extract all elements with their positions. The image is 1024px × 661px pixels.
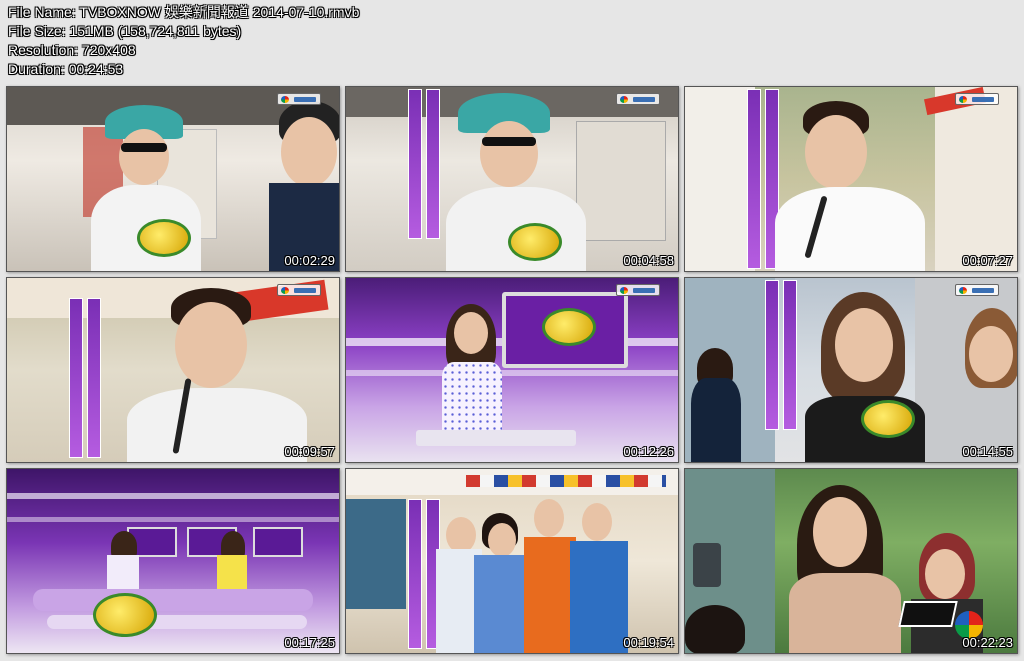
thumbnail-3-timestamp: 00:07:27 — [962, 253, 1013, 268]
thumbnail-4-timestamp: 00:09:57 — [284, 444, 335, 459]
show-logo-icon — [93, 593, 157, 637]
caption-bar — [765, 280, 779, 430]
thumbnail-8-frame — [346, 469, 678, 653]
tvb-channel-logo-icon — [616, 93, 660, 105]
thumbnail-5-timestamp: 00:12:26 — [623, 444, 674, 459]
caption-bar — [747, 89, 761, 269]
thumbnail-8-timestamp: 00:19:54 — [623, 635, 674, 650]
tvb-channel-logo-icon — [616, 284, 660, 296]
caption-bar — [783, 280, 797, 430]
caption-bar — [87, 298, 101, 458]
thumbnail-7-frame — [7, 469, 339, 653]
thumbnail-3-frame — [685, 87, 1017, 271]
thumbnail-6[interactable]: 00:14:55 — [684, 277, 1018, 463]
thumbnail-6-timestamp: 00:14:55 — [962, 444, 1013, 459]
tvb-channel-logo-icon — [277, 93, 321, 105]
caption-bar — [408, 89, 422, 239]
caption-bar — [426, 89, 440, 239]
thumbnail-2-frame — [346, 87, 678, 271]
thumbnail-9-frame — [685, 469, 1017, 653]
tvb-channel-logo-icon — [955, 93, 999, 105]
thumbnail-4[interactable]: 00:09:57 — [6, 277, 340, 463]
thumbnail-3[interactable]: 00:07:27 — [684, 86, 1018, 272]
thumbnail-2-timestamp: 00:04:58 — [623, 253, 674, 268]
thumbnail-9-timestamp: 00:22:23 — [962, 635, 1013, 650]
caption-bar — [69, 298, 83, 458]
thumbnail-4-frame — [7, 278, 339, 462]
show-logo-icon — [542, 308, 596, 346]
show-logo-icon — [137, 219, 191, 257]
thumbnail-1-frame — [7, 87, 339, 271]
thumbnail-1[interactable]: 00:02:29 — [6, 86, 340, 272]
show-logo-icon — [861, 400, 915, 438]
thumbnail-2[interactable]: 00:04:58 — [345, 86, 679, 272]
thumbnail-8[interactable]: 00:19:54 — [345, 468, 679, 654]
thumbnail-7-timestamp: 00:17:25 — [284, 635, 335, 650]
thumbnail-7[interactable]: 00:17:25 — [6, 468, 340, 654]
thumbnail-5-frame — [346, 278, 678, 462]
show-logo-icon — [508, 223, 562, 261]
thumbnail-grid: 00:02:29 00:04:58 00:07:27 00:09:57 00:1… — [0, 0, 1024, 661]
thumbnail-5[interactable]: 00:12:26 — [345, 277, 679, 463]
thumbnail-9[interactable]: 00:22:23 — [684, 468, 1018, 654]
caption-bar — [408, 499, 422, 649]
thumbnail-6-frame — [685, 278, 1017, 462]
tvb-channel-logo-icon — [955, 284, 999, 296]
thumbnail-1-timestamp: 00:02:29 — [284, 253, 335, 268]
tvb-channel-logo-icon — [277, 284, 321, 296]
